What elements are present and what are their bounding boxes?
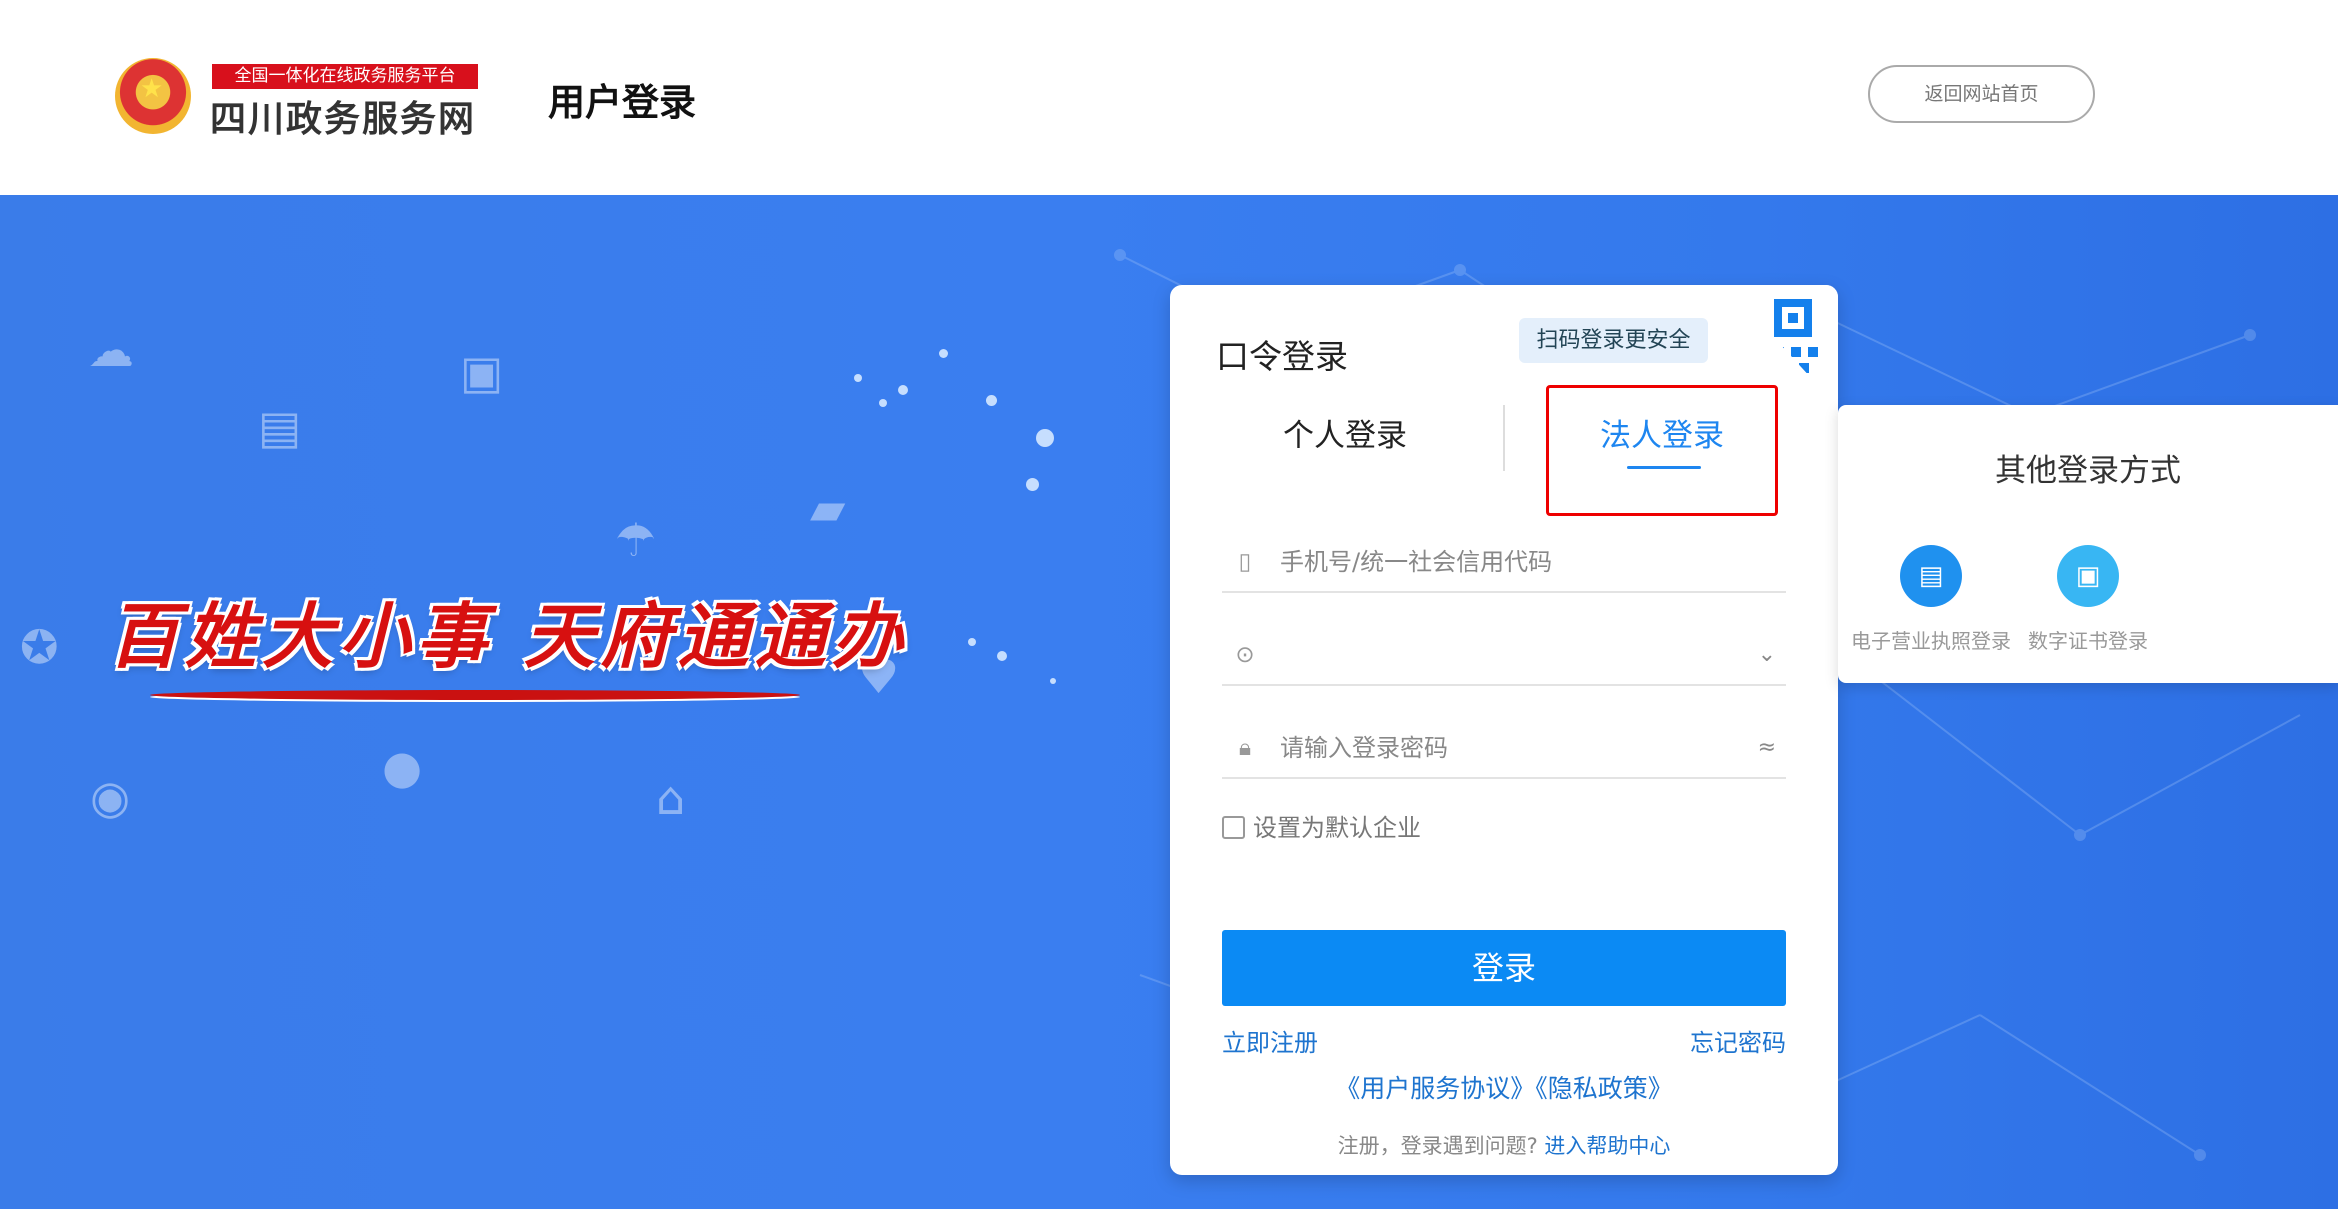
light-dot bbox=[854, 374, 862, 382]
login-card: 口令登录 扫码登录更安全 个人登录 法人登录 ▯ 手机号/统一社会信用代码 ⊙ … bbox=[1170, 285, 1838, 1175]
light-dot bbox=[879, 399, 887, 407]
phone-icon: ▯ bbox=[1238, 549, 1252, 575]
digital-certificate-login[interactable]: ▣ 数字证书登录 bbox=[2008, 545, 2168, 654]
checkbox-box[interactable] bbox=[1222, 816, 1245, 839]
phone-field-placeholder[interactable]: 手机号/统一社会信用代码 bbox=[1280, 547, 1552, 577]
register-link[interactable]: 立即注册 bbox=[1222, 1023, 1318, 1058]
forgot-password-link[interactable]: 忘记密码 bbox=[1690, 1023, 1786, 1058]
tab-separator bbox=[1503, 405, 1505, 471]
eye-closed-icon[interactable]: ≈ bbox=[1758, 735, 1776, 760]
umbrella-icon: ☂ bbox=[615, 513, 657, 567]
seal-stamp-icon: ◉ bbox=[90, 770, 131, 824]
digital-certificate-icon[interactable]: ▣ bbox=[2057, 545, 2119, 607]
phone-or-credit-code-field[interactable]: ▯ 手机号/统一社会信用代码 bbox=[1222, 535, 1786, 593]
qr-code-icon[interactable] bbox=[1739, 299, 1823, 391]
other-login-panel: 其他登录方式 ▤ 电子营业执照登录 ▣ 数字证书登录 bbox=[1838, 405, 2338, 683]
light-dot bbox=[997, 651, 1007, 661]
medal-icon: ✪ bbox=[20, 620, 59, 674]
slogan: 百姓大小事 天府通通办 bbox=[108, 594, 909, 678]
notebook-icon: ▣ bbox=[460, 345, 504, 399]
platform-name: 全国一体化在线政务服务平台 bbox=[212, 64, 478, 89]
light-dot bbox=[898, 385, 908, 395]
default-company-label: 设置为默认企业 bbox=[1253, 814, 1421, 842]
hero-banner: ☁ ▤ ▣ ☂ ▰ ♥ ✪ ● ⌂ ◉ 百姓大小事 天府通通办 bbox=[0, 195, 2338, 1209]
light-dot bbox=[986, 395, 997, 406]
cloud-icon: ☁ bbox=[88, 323, 134, 377]
qr-code-corner[interactable] bbox=[1730, 285, 1838, 401]
business-license-icon[interactable]: ▤ bbox=[1900, 545, 1962, 607]
agreement-links[interactable]: 《用户服务协议》《隐私政策》 bbox=[1170, 1069, 1838, 1105]
government-building-icon: ⌂ bbox=[656, 771, 686, 825]
business-license-label[interactable]: 电子营业执照登录 bbox=[1851, 625, 2011, 654]
light-dot bbox=[968, 638, 976, 646]
light-dot bbox=[1050, 678, 1056, 684]
help-footer: 注册，登录遇到问题? 进入帮助中心 bbox=[1170, 1130, 1838, 1160]
other-login-title: 其他登录方式 bbox=[1995, 453, 2181, 489]
site-name: 四川政务服务网 bbox=[210, 99, 477, 140]
national-emblem-logo bbox=[115, 58, 191, 134]
business-license-login[interactable]: ▤ 电子营业执照登录 bbox=[1851, 545, 2011, 654]
tab-personal-login[interactable]: 个人登录 bbox=[1230, 410, 1460, 455]
document-icon: ▤ bbox=[258, 400, 302, 454]
highlight-box bbox=[1546, 385, 1778, 516]
light-dot bbox=[1026, 478, 1039, 491]
chevron-down-icon[interactable]: ⌄ bbox=[1758, 642, 1776, 667]
light-dot bbox=[1036, 429, 1054, 447]
help-center-link[interactable]: 进入帮助中心 bbox=[1544, 1134, 1670, 1158]
qr-login-tip[interactable]: 扫码登录更安全 bbox=[1519, 318, 1708, 363]
slogan-underline bbox=[150, 690, 800, 700]
help-prefix: 注册，登录遇到问题? bbox=[1337, 1134, 1538, 1158]
return-home-button[interactable]: 返回网站首页 bbox=[1868, 65, 2095, 123]
login-card-title: 口令登录 bbox=[1216, 337, 1348, 376]
digital-certificate-label[interactable]: 数字证书登录 bbox=[2008, 625, 2168, 654]
password-placeholder[interactable]: 请输入登录密码 bbox=[1280, 733, 1448, 763]
password-field[interactable]: 🔒︎ 请输入登录密码 ≈ bbox=[1222, 721, 1786, 779]
company-icon: ⊙ bbox=[1235, 642, 1255, 668]
light-dot bbox=[939, 349, 948, 358]
briefcase-icon: ▰ bbox=[810, 481, 846, 535]
page-header: 全国一体化在线政务服务平台 四川政务服务网 用户登录 返回网站首页 bbox=[0, 0, 2338, 195]
company-select[interactable]: ⊙ ⌄ bbox=[1222, 628, 1786, 686]
login-button[interactable]: 登录 bbox=[1222, 930, 1786, 1006]
default-company-checkbox[interactable]: 设置为默认企业 bbox=[1222, 813, 1421, 843]
community-icon: ● bbox=[382, 740, 423, 794]
lock-icon: 🔒︎ bbox=[1238, 735, 1252, 761]
page-title: 用户登录 bbox=[548, 81, 696, 124]
